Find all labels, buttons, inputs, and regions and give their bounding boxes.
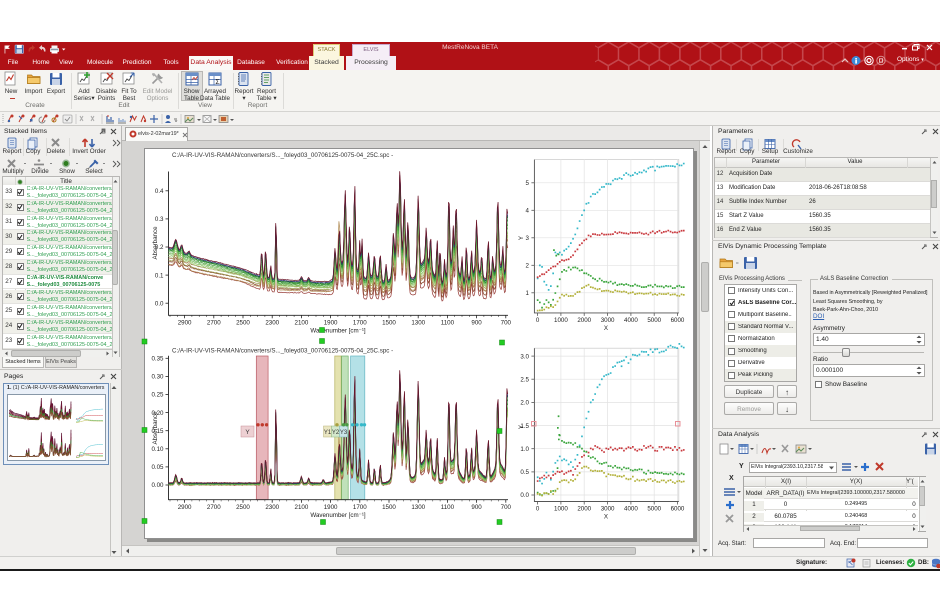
- svg-text:900: 900: [471, 504, 482, 511]
- svg-text:1: 1: [526, 290, 530, 297]
- svg-text:0.30: 0.30: [151, 374, 164, 381]
- svg-text:5000: 5000: [647, 317, 661, 324]
- svg-text:900: 900: [471, 320, 482, 327]
- svg-text:1000: 1000: [554, 506, 568, 513]
- svg-text:2.5: 2.5: [520, 376, 529, 383]
- svg-text:2300: 2300: [265, 320, 279, 327]
- svg-text:C:/A-IR-UV-VIS-RAMAN/converter: C:/A-IR-UV-VIS-RAMAN/converters/S..._fol…: [172, 152, 393, 159]
- svg-text:5: 5: [526, 180, 530, 187]
- svg-text:3000: 3000: [601, 317, 615, 324]
- svg-text:700: 700: [501, 504, 512, 511]
- svg-text:Y: Y: [245, 429, 250, 436]
- svg-text:0.0: 0.0: [155, 300, 164, 307]
- svg-text:2300: 2300: [265, 504, 279, 511]
- svg-text:0: 0: [536, 506, 540, 513]
- svg-text:2900: 2900: [178, 504, 192, 511]
- svg-text:5000: 5000: [647, 506, 661, 513]
- svg-text:1100: 1100: [441, 320, 455, 327]
- svg-text:Y: Y: [518, 236, 525, 240]
- svg-text:3000: 3000: [601, 506, 615, 513]
- svg-text:1300: 1300: [411, 504, 425, 511]
- svg-text:Wavenumber [cm⁻¹]: Wavenumber [cm⁻¹]: [310, 328, 366, 335]
- svg-text:4000: 4000: [624, 506, 638, 513]
- svg-text:1100: 1100: [441, 504, 455, 511]
- svg-text:Absorbance: Absorbance: [152, 411, 159, 445]
- svg-text:2500: 2500: [236, 320, 250, 327]
- svg-text:1000: 1000: [554, 317, 568, 324]
- svg-text:0.35: 0.35: [151, 356, 164, 363]
- svg-text:C:/A-IR-UV-VIS-RAMAN/converter: C:/A-IR-UV-VIS-RAMAN/converters/S..._fol…: [172, 348, 393, 355]
- svg-text:Y1: Y1: [324, 430, 332, 436]
- svg-text:0.25: 0.25: [151, 392, 164, 399]
- svg-text:1500: 1500: [382, 504, 396, 511]
- svg-text:1.0: 1.0: [520, 446, 529, 453]
- svg-text:3.0: 3.0: [520, 353, 529, 360]
- svg-text:1900: 1900: [324, 320, 338, 327]
- svg-text:X: X: [604, 514, 608, 521]
- svg-text:0.1: 0.1: [155, 272, 164, 279]
- svg-text:Y2: Y2: [332, 430, 340, 436]
- svg-text:1300: 1300: [411, 320, 425, 327]
- svg-text:0.05: 0.05: [151, 464, 164, 471]
- svg-text:Wavenumber [cm⁻¹]: Wavenumber [cm⁻¹]: [310, 512, 366, 519]
- svg-text:Y3: Y3: [340, 430, 348, 436]
- svg-text:0.10: 0.10: [151, 446, 164, 453]
- svg-text:0.0: 0.0: [520, 492, 529, 499]
- svg-text:1700: 1700: [353, 320, 367, 327]
- svg-text:1500: 1500: [382, 320, 396, 327]
- svg-text:2.0: 2.0: [520, 400, 529, 407]
- svg-text:2100: 2100: [295, 320, 309, 327]
- svg-text:2000: 2000: [577, 506, 591, 513]
- svg-text:Absorbance: Absorbance: [152, 226, 159, 260]
- svg-text:4000: 4000: [624, 317, 638, 324]
- svg-text:0.4: 0.4: [155, 188, 164, 195]
- svg-text:0.00: 0.00: [151, 482, 164, 489]
- svg-text:2700: 2700: [207, 504, 221, 511]
- svg-text:0.5: 0.5: [520, 469, 529, 476]
- svg-text:0.3: 0.3: [155, 216, 164, 223]
- svg-text:700: 700: [501, 320, 512, 327]
- svg-text:X: X: [604, 325, 608, 332]
- svg-text:6000: 6000: [671, 506, 685, 513]
- svg-text:2: 2: [526, 263, 530, 270]
- svg-text:1900: 1900: [324, 504, 338, 511]
- svg-text:1700: 1700: [353, 504, 367, 511]
- svg-text:4: 4: [526, 208, 530, 215]
- svg-text:3: 3: [526, 235, 530, 242]
- svg-text:2100: 2100: [295, 504, 309, 511]
- svg-text:2700: 2700: [207, 320, 221, 327]
- svg-text:2500: 2500: [236, 504, 250, 511]
- svg-text:2000: 2000: [577, 317, 591, 324]
- svg-text:6000: 6000: [671, 317, 685, 324]
- svg-text:Y: Y: [518, 425, 525, 429]
- svg-text:2900: 2900: [178, 320, 192, 327]
- svg-text:0: 0: [536, 317, 540, 324]
